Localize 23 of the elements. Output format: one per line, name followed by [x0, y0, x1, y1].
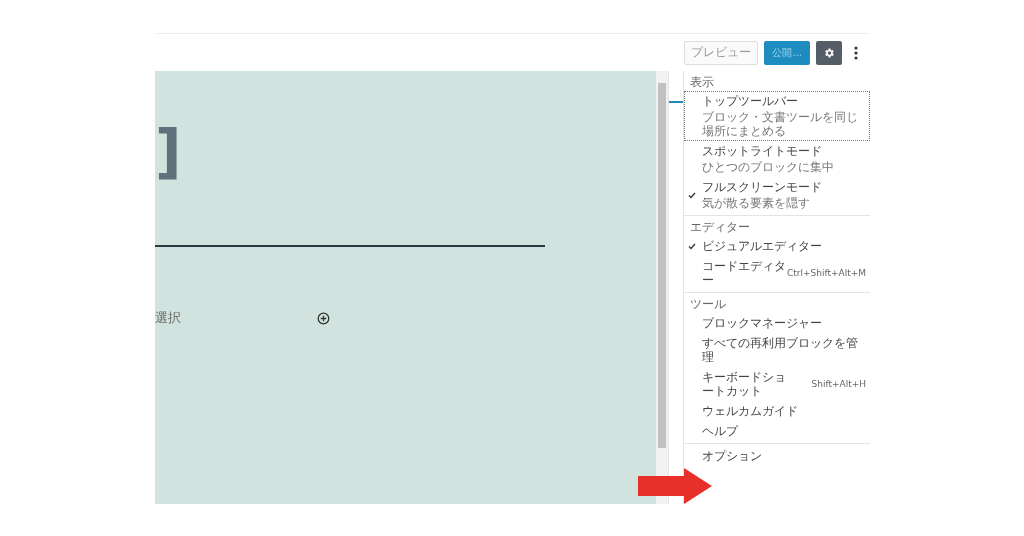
add-block-icon[interactable]	[317, 311, 330, 325]
menu-section-label: エディター	[689, 219, 751, 236]
menu-section-label: 表示	[689, 74, 715, 91]
menu-item[interactable]: フルスクリーンモード 気が散る要素を隠す	[684, 177, 870, 213]
menu-item[interactable]: ブロックマネージャー	[684, 313, 870, 333]
menu-item[interactable]: スポットライトモード ひとつのブロックに集中	[684, 141, 870, 177]
tab-indicator	[669, 101, 683, 103]
scrollbar[interactable]	[656, 71, 668, 504]
menu-item[interactable]: オプション	[684, 446, 870, 466]
menu-section-label: ツール	[689, 296, 727, 313]
menu-item[interactable]: ウェルカムガイド	[684, 401, 870, 421]
settings-button[interactable]	[816, 40, 842, 65]
more-icon	[854, 45, 858, 60]
menu-item[interactable]: トップツールバー ブロック・文書ツールを同じ場所にまとめる	[684, 91, 870, 141]
arrow-icon	[638, 468, 712, 504]
scrollbar-thumb[interactable]	[658, 83, 667, 448]
menu-item[interactable]: すべての再利用ブロックを管理	[684, 333, 870, 367]
menu-item[interactable]: ビジュアルエディター	[684, 236, 870, 256]
heading-text: ]	[155, 123, 183, 188]
menu-item[interactable]: ヘルプ	[684, 421, 870, 441]
paragraph-text: 選択	[155, 309, 181, 327]
settings-icon	[823, 46, 835, 59]
menu-item[interactable]: キーボードショートカット Shift+Alt+H	[684, 367, 870, 401]
